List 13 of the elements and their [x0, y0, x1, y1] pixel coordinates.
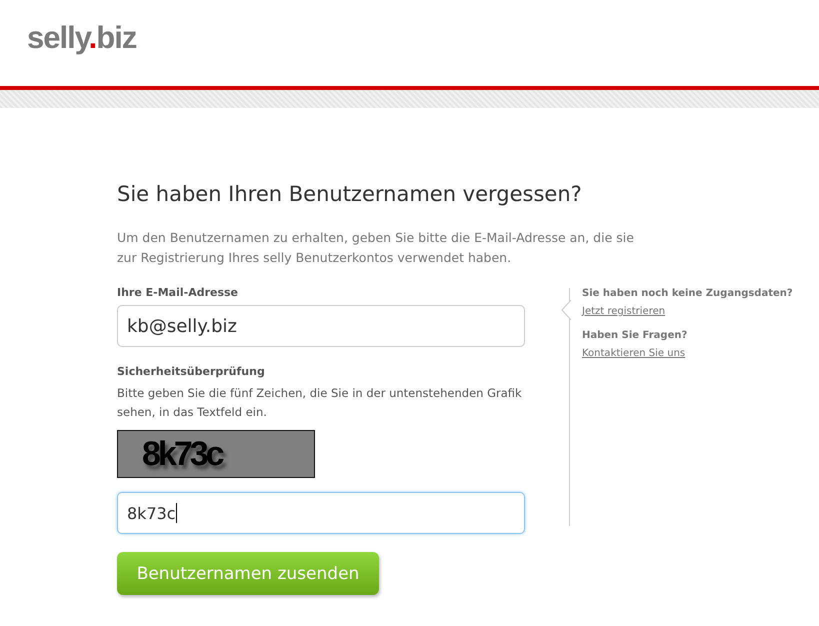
sidebar-link[interactable]: Kontaktieren Sie uns [582, 348, 686, 359]
captcha-image: 8k73c [117, 430, 315, 478]
email-field[interactable]: kb@selly.biz [117, 305, 525, 347]
field-label: Ihre E-Mail-Adresse [117, 286, 240, 299]
captcha-field[interactable]: 8k73c [117, 492, 525, 534]
hint-text: Bitte geben Sie die fünf Zeichen, die Sie in der untenstehenden Grafik sehen, in das Textfeld ein. [117, 385, 523, 421]
page-title: Sie haben Ihren Benutzernamen vergessen? [117, 181, 582, 208]
sidebar-link[interactable]: Jetzt registrieren [582, 306, 666, 317]
field-label: Sicherheitsüberprüfung [117, 365, 266, 378]
sidebar-question: Sie haben noch keine Zugangsdaten? [582, 288, 793, 299]
sidebar-question: Haben Sie Fragen? [582, 330, 688, 341]
intro-text: Um den Benutzernamen zu erhalten, geben Sie bitte die E-Mail-Adresse an, die sie zur Registrierung Ihres selly Benutzerkontos verwendet haben. [117, 229, 635, 267]
logo[interactable]: selly.biz [27, 18, 136, 58]
